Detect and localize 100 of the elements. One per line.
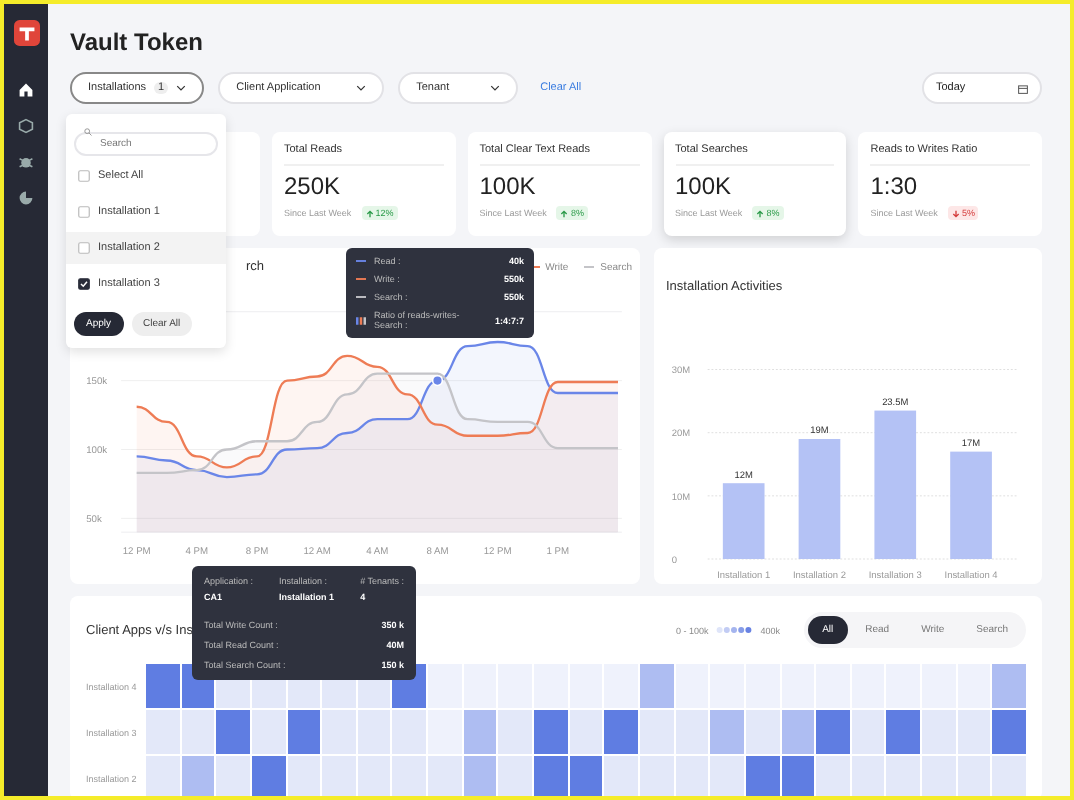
heatmap-cell[interactable] [781, 710, 815, 754]
heatmap-cell[interactable] [639, 664, 674, 708]
heatmap-cell[interactable] [675, 710, 709, 754]
color-scale-dots [716, 626, 753, 634]
heatmap-cell[interactable] [851, 756, 885, 796]
heatmap-cell[interactable] [816, 664, 850, 708]
heatmap-cell[interactable] [781, 664, 815, 708]
arrow-up-icon [365, 209, 374, 217]
heatmap-cell[interactable] [816, 756, 850, 796]
heatmap-cell[interactable] [675, 756, 709, 796]
heatmap-cell[interactable] [534, 756, 568, 796]
chevron-down-icon [176, 84, 187, 92]
stat-value: 100K [675, 172, 734, 200]
heatmap-cell[interactable] [957, 664, 991, 708]
home-icon[interactable] [18, 82, 34, 98]
stat-value: 250K [284, 172, 343, 200]
heatmap-cell[interactable] [922, 756, 956, 796]
checkbox[interactable] [78, 206, 90, 218]
heatmap-cell[interactable] [146, 710, 180, 754]
checkbox[interactable] [78, 170, 90, 182]
heatmap-cell[interactable] [251, 756, 286, 796]
heatmap-cell[interactable] [216, 710, 250, 754]
page-title: Vault Token [70, 28, 203, 56]
heatmap-cell[interactable] [357, 710, 391, 754]
heatmap-cell[interactable] [428, 710, 462, 754]
heatmap-cell[interactable] [604, 710, 638, 754]
arrow-up-icon [756, 209, 765, 217]
legend-line-icon [356, 274, 366, 284]
heatmap-cell[interactable] [851, 664, 885, 708]
heatmap-cell[interactable] [639, 756, 674, 796]
heatmap-cell[interactable] [287, 710, 321, 754]
legend-line-icon [356, 292, 366, 302]
heatmap-cell[interactable] [428, 756, 462, 796]
logo-icon[interactable] [13, 20, 39, 46]
arrow-down-icon [951, 209, 960, 217]
heatmap-cell[interactable] [992, 756, 1026, 796]
heatmap-cell[interactable] [710, 756, 744, 796]
heatmap-cell[interactable] [992, 664, 1026, 708]
heatmap-cell[interactable] [886, 756, 921, 796]
search-icon [84, 128, 92, 136]
heatmap-cell[interactable] [322, 756, 356, 796]
calendar-icon [1018, 83, 1028, 93]
heatmap-cell[interactable] [886, 710, 921, 754]
heatmap-cell[interactable] [569, 710, 603, 754]
heatmap-cell[interactable] [745, 710, 780, 754]
pie-chart-icon[interactable] [18, 190, 34, 206]
heatmap-cell[interactable] [146, 664, 180, 708]
heatmap-cell[interactable] [498, 664, 533, 708]
heatmap-cell[interactable] [287, 756, 321, 796]
arrow-up-icon [560, 209, 569, 217]
heatmap-cell[interactable] [781, 756, 815, 796]
hover-point [431, 374, 444, 387]
heatmap-cell[interactable] [851, 710, 885, 754]
heatmap-cell[interactable] [251, 710, 286, 754]
legend-line-icon [356, 256, 366, 266]
cube-icon[interactable] [18, 118, 34, 134]
heatmap-cell[interactable] [710, 664, 744, 708]
bug-icon[interactable] [18, 154, 34, 170]
heatmap-cell[interactable] [181, 710, 215, 754]
bar [722, 483, 765, 559]
heatmap-cell[interactable] [534, 664, 568, 708]
heatmap-cell[interactable] [922, 710, 956, 754]
heatmap-cell[interactable] [710, 710, 744, 754]
heatmap-cell[interactable] [392, 710, 427, 754]
heatmap-cell[interactable] [146, 756, 180, 796]
heatmap-cell[interactable] [745, 664, 780, 708]
bars-icon [356, 315, 366, 325]
chevron-down-icon [356, 84, 367, 92]
heatmap-cell[interactable] [428, 664, 462, 708]
heatmap-cell[interactable] [639, 710, 674, 754]
heatmap-cell[interactable] [569, 756, 603, 796]
heatmap-cell[interactable] [886, 664, 921, 708]
heatmap-cell[interactable] [604, 756, 638, 796]
heatmap-cell[interactable] [604, 664, 638, 708]
stat-value: 100K [479, 172, 538, 200]
heatmap-cell[interactable] [216, 756, 250, 796]
heatmap-cell[interactable] [957, 756, 991, 796]
heatmap-cell[interactable] [463, 710, 497, 754]
heatmap-cell[interactable] [463, 664, 497, 708]
bar [798, 439, 841, 559]
heatmap-cell[interactable] [322, 710, 356, 754]
heatmap-cell[interactable] [392, 756, 427, 796]
chevron-down-icon [490, 84, 501, 92]
bar [950, 451, 992, 559]
heatmap-cell[interactable] [745, 756, 780, 796]
checkbox[interactable] [78, 242, 90, 254]
heatmap-cell[interactable] [357, 756, 391, 796]
heatmap-cell[interactable] [922, 664, 956, 708]
heatmap-cell[interactable] [816, 710, 850, 754]
heatmap-cell[interactable] [957, 710, 991, 754]
heatmap-cell[interactable] [498, 756, 533, 796]
heatmap-cell[interactable] [498, 710, 533, 754]
heatmap-cell[interactable] [569, 664, 603, 708]
heatmap-cell[interactable] [463, 756, 497, 796]
stat-value: 1:30 [870, 172, 920, 200]
heatmap-cell[interactable] [992, 710, 1026, 754]
checkbox[interactable] [78, 278, 90, 290]
heatmap-cell[interactable] [534, 710, 568, 754]
heatmap-cell[interactable] [181, 756, 215, 796]
heatmap-cell[interactable] [675, 664, 709, 708]
